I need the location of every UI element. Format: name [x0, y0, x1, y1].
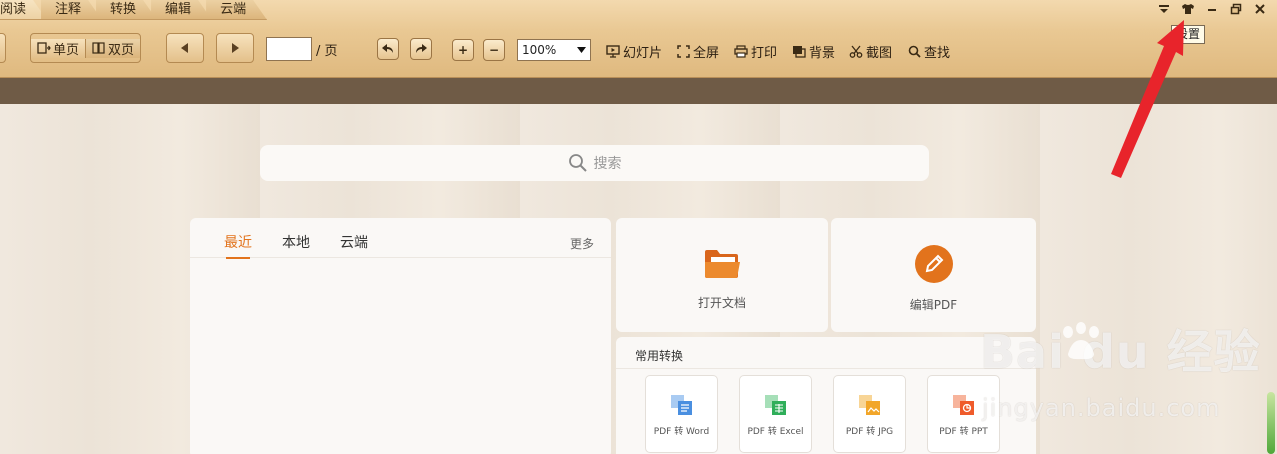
zoom-select[interactable]: 100%: [517, 39, 591, 61]
common-conversion-panel: 常用转换 PDF 转 Word PDF 转 Excel PDF 转 JPG PD…: [616, 337, 1036, 454]
prev-page-button[interactable]: [166, 33, 204, 63]
slideshow-label: 幻灯片: [623, 46, 663, 61]
pdf-to-jpg-label: PDF 转 JPG: [845, 427, 894, 437]
menu-dropdown-icon[interactable]: [1155, 1, 1173, 17]
double-page-label: 双页: [108, 42, 135, 58]
tab-read[interactable]: 阅读: [0, 0, 47, 20]
undo-arrow-icon: [382, 44, 393, 53]
background-button[interactable]: 背景: [792, 42, 835, 61]
tab-cloud[interactable]: 云端: [206, 0, 267, 20]
window-controls: [1155, 1, 1269, 17]
tab-edit[interactable]: 编辑: [151, 0, 212, 20]
chevron-down-icon: [577, 47, 586, 53]
conversion-divider: [616, 368, 1036, 369]
find-button[interactable]: 查找: [908, 42, 950, 61]
sidebar-toggle-button[interactable]: [0, 33, 6, 63]
single-page-label: 单页: [53, 42, 80, 58]
tab-cloud-files[interactable]: 云端: [340, 232, 368, 252]
folder-icon: [705, 250, 740, 278]
scissors-icon: [849, 45, 863, 58]
ppt-slide-icon: [952, 395, 974, 415]
double-page-icon: [92, 42, 106, 54]
print-button[interactable]: 打印: [734, 42, 777, 61]
more-link[interactable]: 更多: [570, 235, 594, 252]
conversion-title: 常用转换: [635, 349, 684, 363]
scroll-indicator[interactable]: [1267, 392, 1275, 454]
edit-pdf-label: 编辑PDF: [909, 298, 958, 312]
watermark-main-text: Bai du 经验: [980, 325, 1261, 379]
find-label: 查找: [924, 46, 951, 61]
paw-print-icon: [1063, 322, 1099, 360]
pdf-to-excel-button[interactable]: PDF 转 Excel: [739, 375, 812, 453]
zoom-out-button[interactable]: −: [483, 39, 505, 61]
tab-convert[interactable]: 转换: [96, 0, 157, 20]
open-document-card[interactable]: 打开文档: [616, 218, 828, 332]
word-doc-icon: [670, 395, 692, 415]
search-icon: [568, 154, 587, 172]
pdf-to-word-button[interactable]: PDF 转 Word: [645, 375, 718, 453]
redo-arrow-icon: [416, 44, 427, 53]
undo-button[interactable]: [377, 38, 399, 60]
page-suffix: / 页: [316, 43, 338, 59]
search-box[interactable]: 搜索: [260, 145, 929, 181]
baidu-jingyan-watermark: Bai du 经验 jingyan.baidu.com: [980, 316, 1260, 436]
recent-files-panel: 最近 本地 云端 更多: [190, 218, 611, 454]
single-page-button[interactable]: 单页: [31, 38, 86, 58]
single-page-icon: [37, 42, 51, 54]
page-navigator: / 页: [266, 37, 338, 61]
recent-tabs: 最近 本地 云端 更多: [190, 218, 611, 259]
zoom-in-button[interactable]: +: [452, 39, 474, 61]
slideshow-icon: [606, 45, 620, 58]
fullscreen-button[interactable]: 全屏: [677, 42, 719, 61]
zoom-value: 100%: [522, 43, 557, 57]
restore-icon[interactable]: [1227, 1, 1245, 17]
pdf-to-word-label: PDF 转 Word: [653, 427, 710, 437]
minimize-icon[interactable]: [1203, 1, 1221, 17]
pdf-to-excel-label: PDF 转 Excel: [747, 427, 804, 437]
top-toolbar: 阅读 注释 转换 编辑 云端 单页 双页 / 页 + − 100% 幻灯片 全屏…: [0, 0, 1277, 78]
screenshot-button[interactable]: 截图: [849, 42, 892, 61]
tab-recent[interactable]: 最近: [224, 232, 252, 259]
screenshot-label: 截图: [866, 46, 893, 61]
settings-tooltip: 设置: [1171, 25, 1206, 44]
double-page-button[interactable]: 双页: [85, 38, 141, 58]
redo-button[interactable]: [410, 38, 432, 60]
triangle-right-icon: [232, 43, 239, 53]
fullscreen-icon: [677, 45, 690, 58]
plus-icon: +: [457, 43, 469, 57]
close-icon[interactable]: [1251, 1, 1269, 17]
background-icon: [793, 46, 806, 58]
pdf-to-jpg-button[interactable]: PDF 转 JPG: [833, 375, 906, 453]
skin-shirt-icon[interactable]: [1179, 1, 1197, 17]
watermark-url-text: jingyan.baidu.com: [982, 394, 1221, 422]
background-label: 背景: [809, 46, 836, 61]
page-number-input[interactable]: [266, 37, 312, 61]
minus-icon: −: [488, 43, 500, 57]
print-label: 打印: [751, 46, 778, 61]
divider-bar: [0, 78, 1277, 104]
printer-icon: [734, 45, 748, 58]
tab-local[interactable]: 本地: [282, 232, 310, 252]
edit-pdf-card[interactable]: 编辑PDF: [831, 218, 1036, 332]
ribbon-tabs: 阅读 注释 转换 编辑 云端: [0, 0, 261, 20]
edit-pencil-icon: [914, 245, 953, 283]
fullscreen-label: 全屏: [693, 46, 720, 61]
excel-sheet-icon: [764, 395, 786, 415]
image-jpg-icon: [858, 395, 880, 415]
triangle-left-icon: [181, 43, 188, 53]
search-placeholder: 搜索: [593, 156, 622, 172]
page-mode-switch: 单页 双页: [30, 33, 142, 63]
reading-toolbar: 单页 双页 / 页 + − 100% 幻灯片 全屏 打印 背景 截图 查找: [0, 33, 1277, 67]
tab-annotate[interactable]: 注释: [41, 0, 102, 20]
next-page-button[interactable]: [216, 33, 254, 63]
open-document-label: 打开文档: [697, 296, 746, 310]
magnifier-icon: [908, 45, 921, 58]
slideshow-button[interactable]: 幻灯片: [606, 42, 662, 61]
